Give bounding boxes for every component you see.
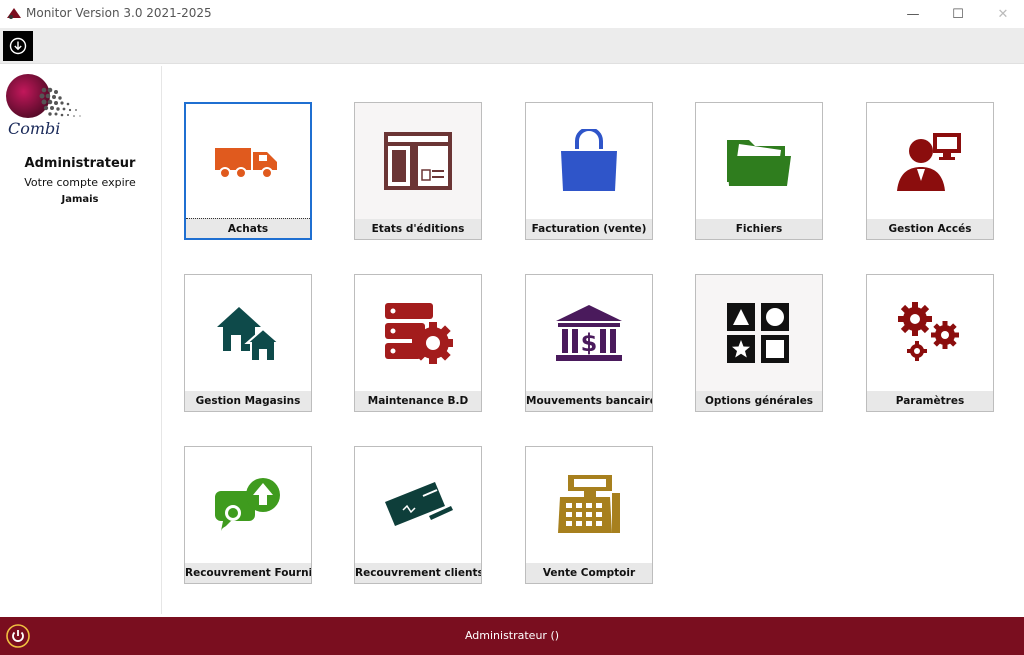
shapes-icon <box>727 303 789 363</box>
tile-options-generales[interactable]: Options générales <box>695 274 823 412</box>
tile-recouvrement-fourniss[interactable]: Recouvrement Fourniss <box>184 446 312 584</box>
user-name: Administrateur <box>24 156 136 171</box>
houses-icon <box>217 307 282 362</box>
tile-label: Gestion Accés <box>867 219 993 239</box>
tile-label: Recouvrement Fourniss <box>185 563 311 583</box>
account-expire-label: Votre compte expire <box>24 176 136 189</box>
tile-facturation[interactable]: Facturation (vente) <box>525 102 653 240</box>
user-upload-icon <box>215 478 280 531</box>
tile-label: Etats d'éditions <box>355 219 481 239</box>
tile-gestion-magasins[interactable]: Gestion Magasins <box>184 274 312 412</box>
shopping-bag-icon <box>561 129 617 191</box>
maximize-button[interactable]: ☐ <box>935 0 981 28</box>
tile-label: Options générales <box>696 391 822 411</box>
database-gear-icon <box>385 303 453 364</box>
tile-label: Recouvrement clients <box>355 563 481 583</box>
tile-label: Achats <box>186 218 310 238</box>
tile-label: Paramètres <box>867 391 993 411</box>
download-button[interactable] <box>3 31 33 61</box>
bank-icon: $ <box>556 305 622 361</box>
tile-achats[interactable]: Achats <box>184 102 312 240</box>
app-logo-icon <box>7 8 21 19</box>
tile-label: Maintenance B.D <box>355 391 481 411</box>
tile-vente-comptoir[interactable]: Vente Comptoir <box>525 446 653 584</box>
gears-icon <box>898 302 959 361</box>
tile-parametres[interactable]: Paramètres <box>866 274 994 412</box>
folder-icon <box>727 140 791 186</box>
tile-label: Vente Comptoir <box>526 563 652 583</box>
status-user-label: Administrateur () <box>464 629 560 642</box>
tile-label: Mouvements bancaires <box>526 391 652 411</box>
tile-mouvements-bancaires[interactable]: $ Mouvements bancaires <box>525 274 653 412</box>
tile-maintenance-bd[interactable]: Maintenance B.D <box>354 274 482 412</box>
title-bar: Monitor Version 3.0 2021-2025 — ☐ ✕ <box>0 0 1024 28</box>
tile-fichiers[interactable]: Fichiers <box>695 102 823 240</box>
tile-label: Fichiers <box>696 219 822 239</box>
tile-label: Facturation (vente) <box>526 219 652 239</box>
status-bar: Administrateur () <box>0 617 1024 655</box>
logo-text: Combi <box>8 119 60 138</box>
layout-icon <box>384 132 452 190</box>
check-payment-icon <box>385 482 453 526</box>
toolbar <box>0 28 1024 64</box>
account-expire-value: Jamais <box>61 194 99 205</box>
tile-recouvrement-clients[interactable]: Recouvrement clients <box>354 446 482 584</box>
minimize-button[interactable]: — <box>890 0 936 28</box>
power-icon[interactable] <box>6 624 30 648</box>
tile-label: Gestion Magasins <box>185 391 311 411</box>
sidebar: Combi Administrateur Votre compte expire… <box>0 66 162 614</box>
window-title: Monitor Version 3.0 2021-2025 <box>26 6 212 20</box>
truck-icon <box>215 148 277 179</box>
download-icon <box>9 37 27 55</box>
svg-text:$: $ <box>581 329 598 357</box>
tile-gestion-acces[interactable]: Gestion Accés <box>866 102 994 240</box>
user-computer-icon <box>897 133 961 191</box>
tile-etats-editions[interactable]: Etats d'éditions <box>354 102 482 240</box>
company-logo: Combi <box>6 74 81 138</box>
close-button[interactable]: ✕ <box>980 0 1024 28</box>
cash-register-icon <box>558 475 620 533</box>
